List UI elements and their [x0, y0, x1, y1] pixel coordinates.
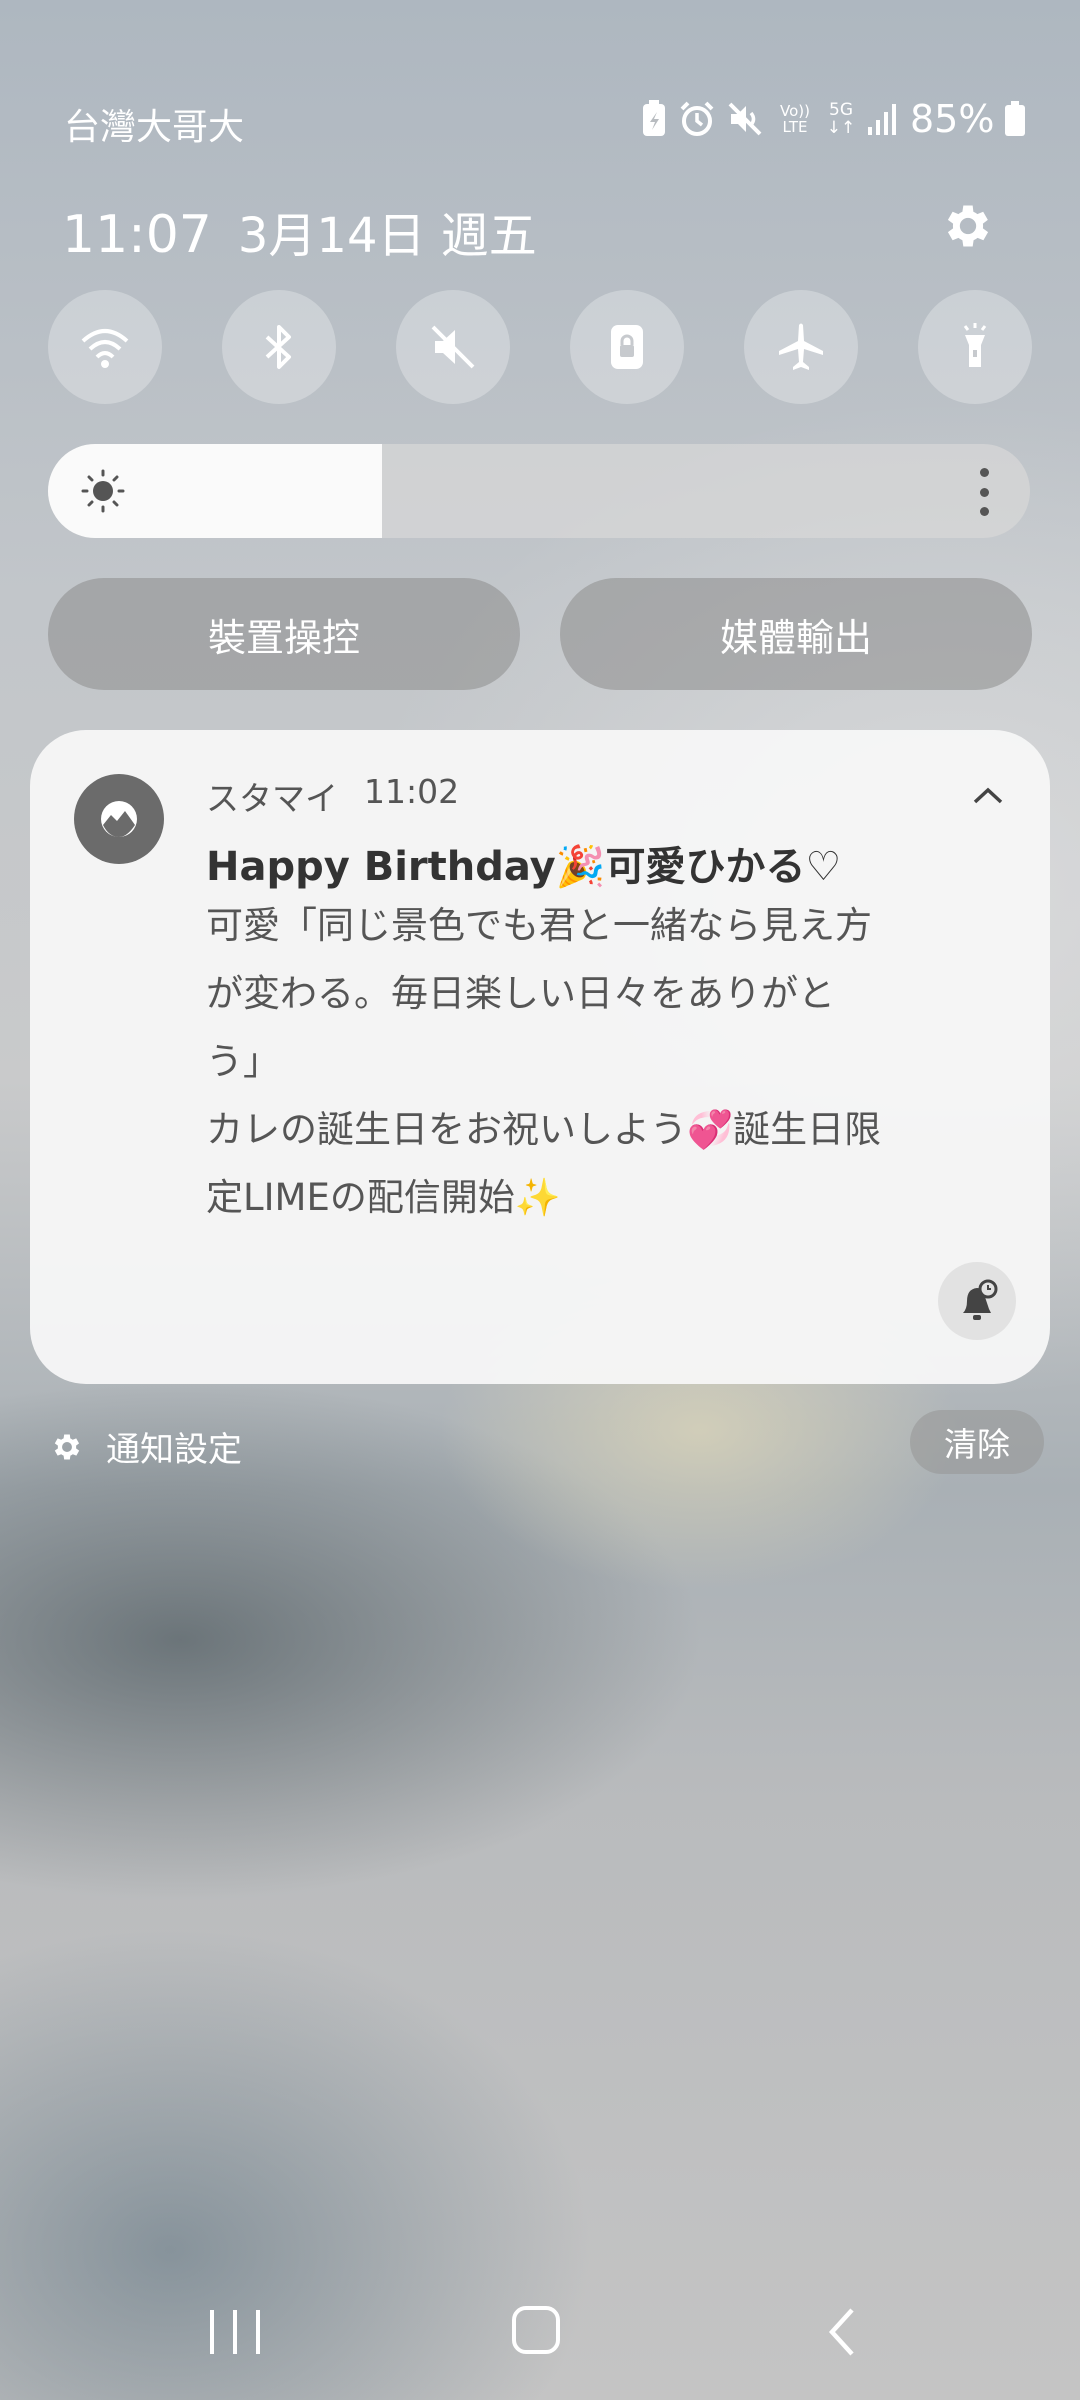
app-icon	[74, 774, 164, 864]
mute-icon	[728, 102, 762, 136]
body-line: う」	[206, 1040, 280, 1083]
dot	[979, 468, 989, 477]
device-control-button[interactable]: 裝置操控	[48, 578, 520, 690]
home-button[interactable]	[512, 2306, 560, 2354]
brightness-slider[interactable]	[48, 444, 1030, 538]
back-button[interactable]	[824, 2306, 860, 2358]
body-line: カレの誕生日をお祝いしよう💞誕生日限	[206, 1108, 882, 1151]
quick-toggle-airplane[interactable]	[744, 290, 858, 404]
quick-toggle-sound[interactable]	[396, 290, 510, 404]
bluetooth-icon	[265, 325, 291, 369]
5g-icon: 5G ↓↑	[826, 101, 856, 137]
recents-button[interactable]	[210, 2310, 260, 2354]
body-line: 可愛「同じ景色でも君と一緒なら見え方	[206, 904, 872, 947]
clear-button[interactable]: 清除	[910, 1410, 1044, 1474]
battery-percentage: 85%	[910, 97, 995, 141]
airplane-icon	[779, 323, 823, 370]
lock-icon	[611, 325, 643, 369]
brightness-more-button[interactable]	[978, 468, 990, 516]
signal-icon	[868, 104, 896, 135]
notification-title: Happy Birthday🎉可愛ひかる♡	[206, 844, 842, 890]
recents-icon	[210, 2310, 214, 2354]
alarm-icon	[680, 101, 714, 136]
settings-gear-button[interactable]	[940, 198, 996, 254]
date: 3月14日 週五	[237, 208, 537, 264]
quick-toggle-bluetooth[interactable]	[222, 290, 336, 404]
carrier-label: 台灣大哥大	[64, 107, 245, 148]
media-output-button[interactable]: 媒體輸出	[560, 578, 1032, 690]
mute-icon	[431, 325, 475, 369]
snooze-bell-icon	[963, 1279, 998, 1320]
wifi-icon	[81, 329, 129, 368]
volte-icon: Vo)) LTE	[774, 103, 816, 135]
battery-icon	[1005, 101, 1026, 136]
notification-settings-link[interactable]: 通知設定	[50, 1422, 242, 1471]
volte-label-top: Vo))	[780, 102, 810, 120]
dot	[979, 487, 989, 497]
chevron-up-icon	[973, 787, 1003, 804]
body-line: が変わる。毎日楽しい日々をありがと	[206, 972, 835, 1015]
flashlight-icon	[963, 323, 987, 367]
quick-toggle-flashlight[interactable]	[918, 290, 1032, 404]
battery-saver-icon	[643, 100, 665, 136]
network-label: 5G	[829, 100, 853, 120]
gear-icon	[947, 205, 989, 247]
brightness-icon	[81, 469, 125, 513]
gear-icon	[54, 1434, 80, 1459]
snooze-button[interactable]	[938, 1262, 1016, 1340]
notification-body: 可愛「同じ景色でも君と一緒なら見え方 が変わる。毎日楽しい日々をありがと う」 …	[206, 892, 1006, 1232]
body-line: 定LIMEの配信開始✨	[206, 1176, 561, 1219]
notification-header: スタマイ 11:02	[206, 772, 459, 820]
header: 11:07 3月14日 週五	[62, 196, 537, 266]
app-logo-icon	[101, 801, 137, 837]
notification-time: 11:02	[364, 772, 460, 811]
quick-toggle-wifi[interactable]	[48, 290, 162, 404]
dot	[979, 507, 989, 516]
collapse-button[interactable]	[970, 782, 1006, 810]
clock: 11:07	[62, 205, 212, 265]
network-arrows: ↓↑	[826, 118, 856, 138]
quick-toggle-rotation-lock[interactable]	[570, 290, 684, 404]
app-name: スタマイ	[206, 779, 338, 818]
notification-card[interactable]: スタマイ 11:02 Happy Birthday🎉可愛ひかる♡ 可愛「同じ景色…	[30, 730, 1050, 1384]
back-icon	[828, 2308, 854, 2356]
notification-settings-label: 通知設定	[106, 1430, 242, 1470]
status-icons: Vo)) LTE 5G ↓↑ 85%	[640, 97, 1026, 141]
recents-icon-bar	[256, 2310, 260, 2354]
recents-icon-bar	[233, 2310, 237, 2354]
volte-label-bottom: LTE	[782, 118, 808, 136]
